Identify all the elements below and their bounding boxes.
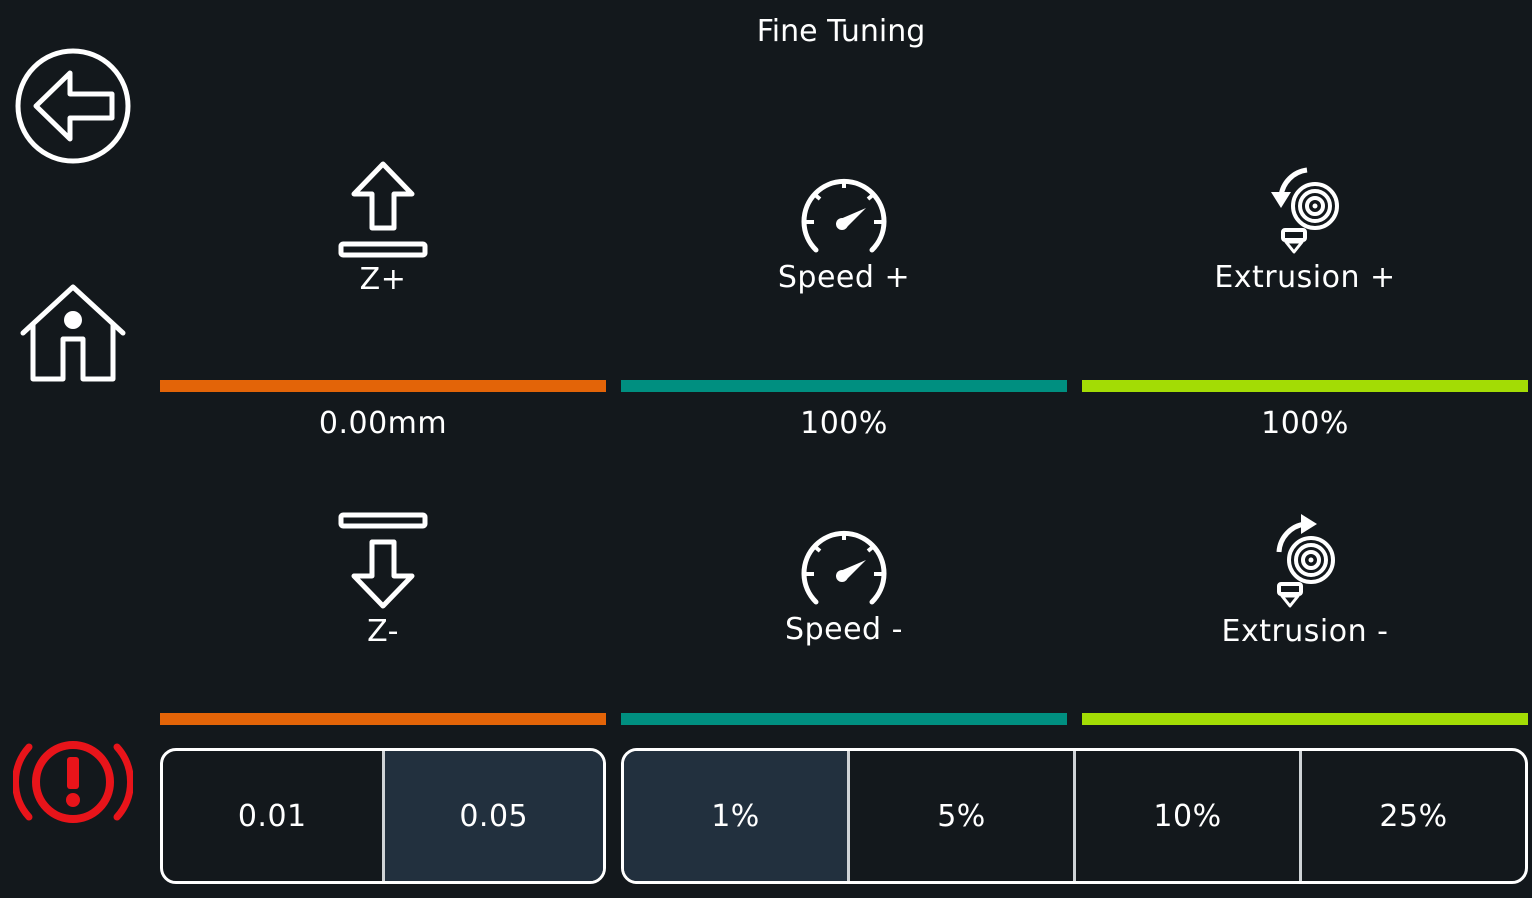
percent-step-option[interactable]: 10%	[1076, 751, 1302, 881]
speed-down-label: Speed -	[785, 612, 903, 647]
extrusion-down-label: Extrusion -	[1221, 614, 1389, 649]
back-arrow-icon	[15, 48, 131, 164]
percent-step-option[interactable]: 5%	[850, 751, 1076, 881]
extrusion-value: 100%	[1261, 406, 1349, 441]
z-offset-value: 0.00mm	[318, 406, 448, 441]
z-down-button[interactable]: Z-	[160, 512, 606, 672]
z-step-option-selected[interactable]: 0.05	[384, 751, 603, 881]
back-button[interactable]	[12, 45, 134, 167]
emergency-stop-icon	[13, 741, 133, 823]
speed-accent-bar-bottom	[621, 713, 1067, 725]
percent-step-option[interactable]: 25%	[1302, 751, 1525, 881]
speed-down-button[interactable]: Speed -	[621, 524, 1067, 674]
z-up-icon	[338, 161, 428, 258]
speedometer-icon	[801, 530, 887, 605]
z-step-selector: 0.01 0.05	[160, 748, 606, 884]
z-down-icon	[338, 512, 428, 609]
extrusion-accent-bar	[1082, 380, 1528, 392]
page-title: Fine Tuning	[756, 14, 926, 49]
z-up-label: Z+	[359, 262, 407, 297]
home-icon	[20, 284, 126, 382]
home-button[interactable]	[16, 282, 130, 384]
z-accent-bar	[160, 380, 606, 392]
z-down-label: Z-	[367, 614, 399, 649]
z-up-button[interactable]: Z+	[160, 160, 606, 320]
speed-up-label: Speed +	[777, 260, 911, 295]
extrusion-retract-icon	[1271, 167, 1339, 254]
speed-up-button[interactable]: Speed +	[621, 172, 1067, 322]
extrusion-extrude-icon	[1276, 514, 1335, 608]
z-accent-bar-bottom	[160, 713, 606, 725]
emergency-stop-button[interactable]	[12, 736, 134, 828]
extrusion-up-label: Extrusion +	[1214, 260, 1396, 295]
percent-step-selector: 1% 5% 10% 25%	[621, 748, 1528, 884]
speed-accent-bar	[621, 380, 1067, 392]
z-step-option[interactable]: 0.01	[163, 751, 385, 881]
extrusion-down-button[interactable]: Extrusion -	[1082, 512, 1528, 672]
speed-value: 100%	[800, 406, 888, 441]
speedometer-icon	[801, 178, 887, 253]
extrusion-accent-bar-bottom	[1082, 713, 1528, 725]
percent-step-option-selected[interactable]: 1%	[624, 751, 850, 881]
extrusion-up-button[interactable]: Extrusion +	[1082, 162, 1528, 322]
